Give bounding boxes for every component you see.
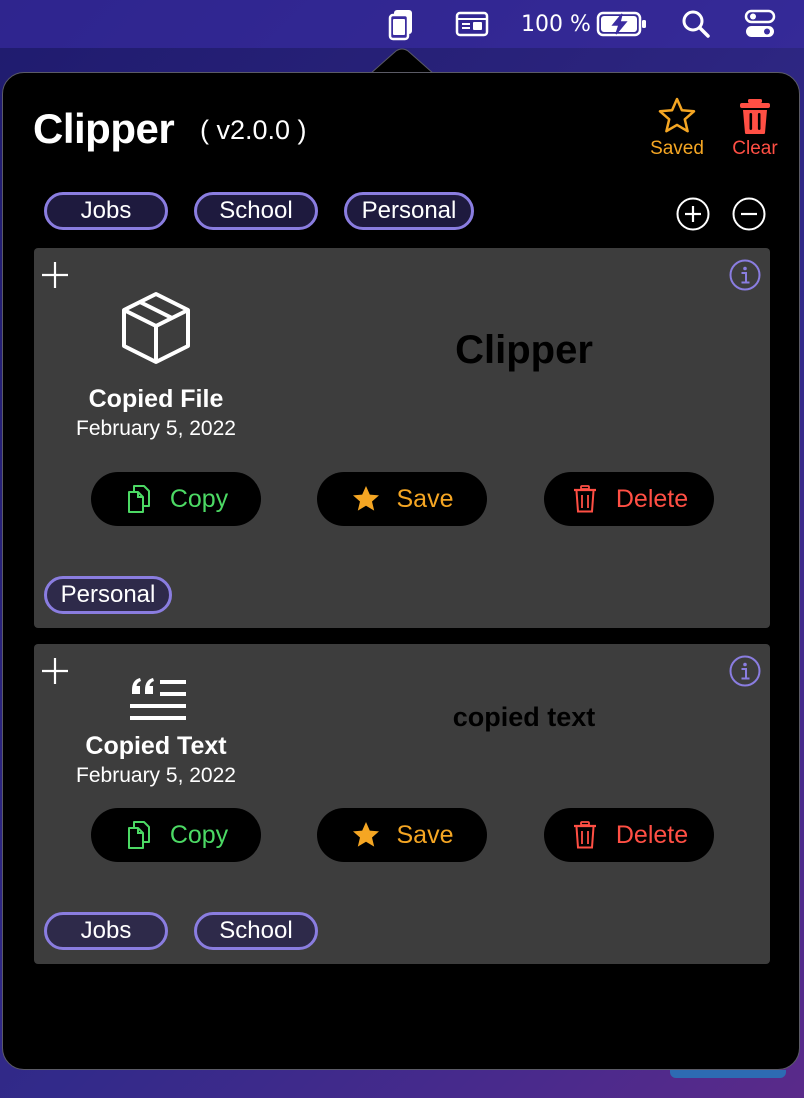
tag-filter-school[interactable]: School [194,192,318,230]
copy-icon [124,484,154,514]
copy-button[interactable]: Copy [91,808,261,862]
spotlight-search-icon[interactable] [676,0,716,48]
battery-percentage: 100 % [521,11,591,37]
background-window-edge [670,1070,786,1078]
popover-arrow [370,48,434,74]
keyboard-viewer-icon[interactable] [452,0,492,48]
add-tag-icon[interactable] [675,196,711,232]
clip-tag-jobs[interactable]: Jobs [44,912,168,950]
info-icon[interactable] [728,654,762,688]
clip-date: February 5, 2022 [76,417,236,440]
star-outline-icon [658,97,696,133]
add-tag-to-clip-icon[interactable] [40,656,70,686]
clear-button[interactable]: Clear [715,96,795,160]
clip-preview: copied text [452,702,596,732]
clip-type-label: Copied File [88,385,224,413]
save-label: Save [396,484,454,513]
clipper-menubar-icon[interactable] [382,0,422,48]
delete-button[interactable]: Delete [544,472,714,526]
delete-button[interactable]: Delete [544,808,714,862]
package-box-icon [122,292,190,364]
delete-label: Delete [615,820,689,849]
saved-label: Saved [650,138,704,159]
tag-filter-jobs[interactable]: Jobs [44,192,168,230]
clip-tag-personal[interactable]: Personal [44,576,172,614]
clip-date: February 5, 2022 [76,764,236,787]
copy-icon [124,820,154,850]
trash-icon [740,99,770,134]
copy-button[interactable]: Copy [91,472,261,526]
app-version: ( v2.0.0 ) [200,115,307,145]
remove-tag-icon[interactable] [731,196,767,232]
app-title: Clipper [33,105,175,152]
trash-outline-icon [570,484,600,514]
save-label: Save [396,820,454,849]
add-tag-to-clip-icon[interactable] [40,260,70,290]
clip-type-label: Copied Text [85,732,227,760]
copy-label: Copy [169,820,229,849]
star-filled-icon [351,820,381,850]
trash-outline-icon [570,820,600,850]
clip-tag-school[interactable]: School [194,912,318,950]
save-button[interactable]: Save [317,808,487,862]
control-center-icon[interactable] [740,0,780,48]
saved-button[interactable]: Saved [637,96,717,160]
delete-label: Delete [615,484,689,513]
info-icon[interactable] [728,258,762,292]
save-button[interactable]: Save [317,472,487,526]
clip-card: Copied Text February 5, 2022 copied text… [34,644,770,964]
clip-card: Copied File February 5, 2022 Clipper Cop… [34,248,770,628]
clear-label: Clear [732,138,778,159]
battery-charging-icon[interactable] [594,0,650,48]
menu-bar: 100 % [0,0,804,48]
copy-label: Copy [169,484,229,513]
star-filled-icon [351,484,381,514]
tag-filter-personal[interactable]: Personal [344,192,474,230]
clip-preview: Clipper [455,328,593,372]
